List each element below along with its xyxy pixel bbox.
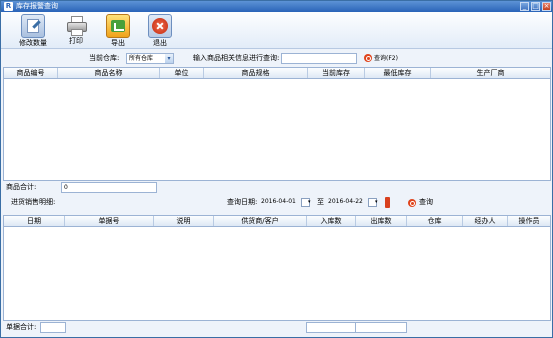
product-summary: 商品合计: 0	[3, 182, 549, 193]
main-window: R 库存报警查询 _ □ × 修改数量 打印 导出 退出 当前仓库: 所有仓库 …	[0, 0, 553, 338]
product-table-header: 商品编号 商品名称 单位 商品规格 当前库存 最低库存 生产厂商	[4, 68, 550, 79]
export-label: 导出	[111, 39, 125, 47]
date-from-input[interactable]: 2016-04-01	[259, 197, 303, 206]
printer-icon	[65, 14, 87, 36]
export-button[interactable]: 导出	[103, 14, 133, 47]
col-stock-out[interactable]: 出库数	[356, 216, 407, 226]
exit-button[interactable]: 退出	[145, 14, 175, 47]
col-unit[interactable]: 单位	[160, 68, 204, 78]
detail-total-value	[40, 322, 66, 333]
col-stock-in[interactable]: 入库数	[307, 216, 356, 226]
warehouse-select-value: 所有仓库	[129, 55, 154, 62]
col-current-stock[interactable]: 当前库存	[308, 68, 365, 78]
col-supplier-customer[interactable]: 供货商/客户	[214, 216, 307, 226]
col-handler[interactable]: 经办人	[463, 216, 508, 226]
date-spinner-icon[interactable]	[385, 197, 390, 208]
window-title: 库存报警查询	[16, 2, 58, 10]
col-min-stock[interactable]: 最低库存	[365, 68, 431, 78]
col-doc-number[interactable]: 单据号	[65, 216, 154, 226]
dropdown-arrow-icon[interactable]: ▾	[308, 198, 311, 207]
stock-out-total	[355, 322, 407, 333]
minimize-button[interactable]: _	[520, 2, 529, 11]
detail-query-button[interactable]: 查询	[419, 198, 433, 207]
filter-bar: 当前仓库: 所有仓库 ▾ 输入商品相关信息进行查询: 查询(F2)	[1, 49, 552, 67]
toolbar: 修改数量 打印 导出 退出	[1, 12, 552, 49]
print-button[interactable]: 打印	[61, 14, 91, 46]
search-icon[interactable]	[364, 54, 372, 62]
export-icon	[106, 14, 130, 38]
maximize-button[interactable]: □	[531, 2, 540, 11]
detail-total-label: 单据合计:	[6, 323, 37, 331]
edit-quantity-label: 修改数量	[19, 39, 47, 47]
product-total-value: 0	[61, 182, 157, 193]
search-icon[interactable]	[408, 199, 416, 207]
detail-query-bar: 进货销售明细: 查询日期: 2016-04-01 ▾ 至 2016-04-22 …	[1, 194, 552, 214]
warehouse-select[interactable]: 所有仓库 ▾	[126, 53, 174, 64]
date-to-label: 至	[317, 198, 324, 206]
search-button[interactable]: 查询(F2)	[374, 54, 398, 63]
dropdown-arrow-icon[interactable]: ▾	[375, 198, 378, 207]
detail-summary: 单据合计:	[3, 322, 549, 333]
product-total-label: 商品合计:	[6, 183, 37, 191]
col-product-name[interactable]: 商品名称	[58, 68, 160, 78]
detail-table[interactable]: 日期 单据号 说明 供货商/客户 入库数 出库数 仓库 经办人 操作员	[3, 215, 551, 321]
search-input[interactable]	[281, 53, 357, 64]
exit-label: 退出	[153, 39, 167, 47]
col-date[interactable]: 日期	[4, 216, 65, 226]
stock-in-total	[306, 322, 356, 333]
search-prompt: 输入商品相关信息进行查询:	[193, 54, 280, 62]
col-description[interactable]: 说明	[154, 216, 214, 226]
date-label: 查询日期:	[227, 198, 258, 206]
edit-document-icon	[21, 14, 45, 38]
col-product-code[interactable]: 商品编号	[4, 68, 58, 78]
date-to-input[interactable]: 2016-04-22	[326, 197, 370, 206]
detail-table-header: 日期 单据号 说明 供货商/客户 入库数 出库数 仓库 经办人 操作员	[4, 216, 550, 227]
warehouse-label: 当前仓库:	[89, 54, 120, 62]
edit-quantity-button[interactable]: 修改数量	[18, 14, 48, 47]
app-icon: R	[4, 2, 13, 11]
col-warehouse[interactable]: 仓库	[407, 216, 463, 226]
col-manufacturer[interactable]: 生产厂商	[431, 68, 550, 78]
exit-icon	[148, 14, 172, 38]
detail-section-title: 进货销售明细:	[11, 198, 56, 206]
col-spec[interactable]: 商品规格	[204, 68, 308, 78]
chevron-down-icon[interactable]: ▾	[165, 54, 173, 63]
title-bar[interactable]: R 库存报警查询 _ □ ×	[1, 1, 552, 12]
print-label: 打印	[69, 37, 83, 45]
close-button[interactable]: ×	[542, 2, 551, 11]
col-operator[interactable]: 操作员	[508, 216, 550, 226]
product-table[interactable]: 商品编号 商品名称 单位 商品规格 当前库存 最低库存 生产厂商	[3, 67, 551, 181]
